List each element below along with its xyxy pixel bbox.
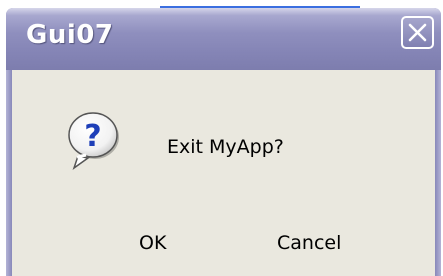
close-icon bbox=[408, 23, 427, 42]
dialog-message: Exit MyApp? bbox=[167, 136, 284, 158]
background-link-underline bbox=[160, 0, 360, 8]
dialog-body: ? Exit MyApp? OK Cancel bbox=[12, 70, 435, 276]
cancel-button[interactable]: Cancel bbox=[277, 232, 341, 254]
ok-button[interactable]: OK bbox=[139, 232, 166, 254]
question-icon: ? bbox=[68, 112, 119, 170]
title-bar[interactable]: Gui07 bbox=[6, 8, 441, 70]
window-frame-right bbox=[435, 70, 441, 276]
close-button[interactable] bbox=[401, 16, 434, 49]
message-dialog: Gui07 ? Exit MyApp? OK Cancel bbox=[6, 8, 441, 276]
svg-text:?: ? bbox=[84, 119, 101, 154]
dialog-title: Gui07 bbox=[26, 20, 114, 50]
